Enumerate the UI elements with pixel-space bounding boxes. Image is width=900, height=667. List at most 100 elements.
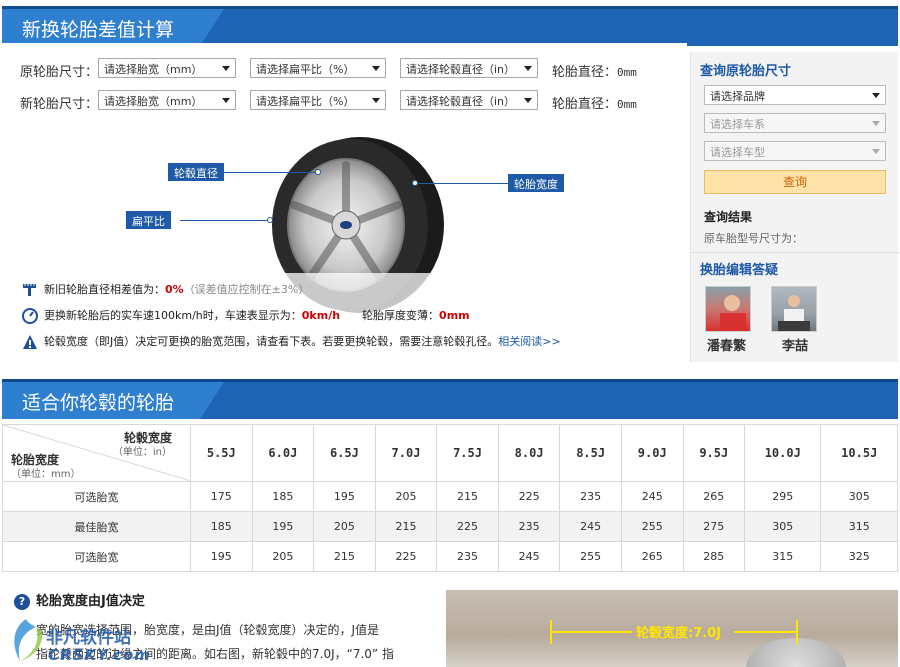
new-diameter-readout: 轮胎直径：0mm bbox=[552, 93, 637, 112]
editor-avatar-2[interactable] bbox=[771, 286, 817, 332]
diameter-diff-hint: （误差值应控制在±3%） bbox=[183, 283, 310, 296]
column-header: 8.0J bbox=[497, 424, 561, 482]
speedometer-note: 更换新轮胎后的实车速100km/h时，车速表显示为：0km/h 轮胎厚度变薄：0m… bbox=[22, 307, 470, 324]
table-cell: 235 bbox=[497, 511, 561, 542]
tire-lookup-panel: 查询原轮胎尺寸 请选择品牌 请选择车系 请选择车型 查询 查询结果 原车胎型号尺… bbox=[690, 52, 899, 362]
table-row: 可选胎宽 175 185 195 205 215 225 235 245 265… bbox=[2, 481, 898, 512]
watermark-logo-icon bbox=[14, 619, 43, 661]
measure-line-left bbox=[552, 631, 632, 633]
diameter-diff-note: 新旧轮胎直径相差值为：0%（误差值应控制在±3%） bbox=[22, 281, 309, 298]
orig-rim-select[interactable]: 请选择轮毂直径（in） bbox=[400, 58, 538, 78]
column-header: 7.0J bbox=[374, 424, 438, 482]
table-cell: 305 bbox=[744, 511, 822, 542]
table-cell: 205 bbox=[251, 541, 315, 572]
new-rim-select[interactable]: 请选择轮毂直径（in） bbox=[400, 90, 538, 110]
orig-diameter-label: 轮胎直径： bbox=[552, 65, 618, 80]
new-ratio-select[interactable]: 请选择扁平比（%） bbox=[250, 90, 386, 110]
query-button[interactable]: 查询 bbox=[704, 170, 886, 194]
series-select[interactable]: 请选择车系 bbox=[704, 113, 886, 133]
orig-width-select[interactable]: 请选择胎宽（mm） bbox=[98, 58, 236, 78]
orig-diameter-readout: 轮胎直径：0mm bbox=[552, 61, 637, 80]
row-label: 最佳胎宽 bbox=[2, 511, 191, 542]
table-cell: 305 bbox=[820, 481, 898, 512]
table-cell: 215 bbox=[436, 481, 499, 512]
rim-width-unit: （单位：in） bbox=[112, 447, 172, 458]
thickness-value: 0mm bbox=[439, 309, 470, 322]
editor-avatar-1[interactable] bbox=[705, 286, 751, 332]
orig-ratio-select[interactable]: 请选择扁平比（%） bbox=[250, 58, 386, 78]
table-cell: 245 bbox=[497, 541, 561, 572]
chevron-down-icon bbox=[524, 98, 532, 103]
table-corner-header: 轮毂宽度 （单位：in） 轮胎宽度 （单位：mm） bbox=[2, 424, 191, 482]
orig-width-select-text: 请选择胎宽（mm） bbox=[104, 63, 203, 76]
orig-ratio-select-text: 请选择扁平比（%） bbox=[256, 63, 355, 76]
rim-width-note: 轮毂宽度（即J值）决定可更换的胎宽范围，请查看下表。若要更换轮毂，需要注意轮毂孔… bbox=[22, 333, 561, 350]
column-header: 7.5J bbox=[436, 424, 499, 482]
chevron-down-icon bbox=[872, 93, 880, 98]
table-cell: 255 bbox=[620, 511, 684, 542]
table-cell: 205 bbox=[374, 481, 438, 512]
measure-line-right bbox=[734, 631, 796, 633]
table-cell: 235 bbox=[436, 541, 499, 572]
table-cell: 225 bbox=[374, 541, 438, 572]
lookup-panel-title: 查询原轮胎尺寸 bbox=[700, 64, 792, 79]
table-cell: 215 bbox=[374, 511, 438, 542]
table-row: 可选胎宽 195 205 215 225 235 245 255 265 285… bbox=[2, 541, 898, 572]
aspect-ratio-line bbox=[180, 220, 270, 221]
column-header: 6.0J bbox=[251, 424, 315, 482]
table-cell: 185 bbox=[251, 481, 315, 512]
table-row: 最佳胎宽 185 195 205 215 225 235 245 255 275… bbox=[2, 511, 898, 542]
column-header: 8.5J bbox=[559, 424, 622, 482]
brand-select-text: 请选择品牌 bbox=[710, 90, 765, 103]
watermark-domain: CRSKY.com bbox=[48, 646, 151, 664]
table-cell: 325 bbox=[820, 541, 898, 572]
panel-divider bbox=[691, 252, 899, 253]
ruler-icon bbox=[22, 282, 38, 298]
tire-width-dot bbox=[412, 180, 418, 186]
chevron-down-icon bbox=[222, 66, 230, 71]
column-header: 9.5J bbox=[682, 424, 746, 482]
related-reading-link[interactable]: 相关阅读>> bbox=[498, 335, 560, 348]
orig-rim-select-text: 请选择轮毂直径（in） bbox=[406, 63, 516, 76]
question-icon: ? bbox=[14, 593, 30, 610]
model-select[interactable]: 请选择车型 bbox=[704, 141, 886, 161]
tire-width-unit: （单位：mm） bbox=[11, 469, 81, 480]
tires-section-title: 适合你轮毂的轮胎 bbox=[22, 392, 175, 414]
person-icon bbox=[720, 295, 746, 331]
watermark-text: 非凡软件站 bbox=[46, 628, 131, 648]
table-cell: 285 bbox=[682, 541, 746, 572]
rim-width-photo: 轮毂宽度:7.0J bbox=[446, 590, 898, 667]
rim-width-text: 轮毂宽度（即J值）决定可更换的胎宽范围，请查看下表。若要更换轮毂，需要注意轮毂孔… bbox=[44, 335, 499, 348]
table-cell: 275 bbox=[682, 511, 746, 542]
model-select-text: 请选择车型 bbox=[710, 146, 765, 159]
query-result-title: 查询结果 bbox=[704, 210, 753, 224]
new-width-select[interactable]: 请选择胎宽（mm） bbox=[98, 90, 236, 110]
editor-name-2: 李喆 bbox=[782, 339, 809, 354]
new-ratio-select-text: 请选择扁平比（%） bbox=[256, 95, 355, 108]
table-cell: 195 bbox=[251, 511, 315, 542]
brand-select[interactable]: 请选择品牌 bbox=[704, 85, 886, 105]
thickness-label: 轮胎厚度变薄： bbox=[362, 309, 440, 322]
calc-section-title: 新换轮胎差值计算 bbox=[22, 19, 175, 41]
column-header: 9.0J bbox=[620, 424, 684, 482]
person-icon bbox=[778, 295, 810, 331]
table-cell: 205 bbox=[313, 511, 376, 542]
table-cell: 225 bbox=[497, 481, 561, 512]
warning-icon bbox=[22, 334, 38, 350]
rim-diameter-line bbox=[224, 172, 318, 173]
table-cell: 195 bbox=[190, 541, 253, 572]
article-title-text: 轮胎宽度由J值决定 bbox=[36, 594, 145, 609]
chevron-down-icon bbox=[372, 98, 380, 103]
tires-section-header: 适合你轮毂的轮胎 bbox=[2, 379, 898, 419]
column-header: 5.5J bbox=[190, 424, 253, 482]
orig-diameter-value: 0mm bbox=[617, 66, 637, 79]
original-tire-label: 原轮胎尺寸： bbox=[20, 65, 99, 80]
table-cell: 255 bbox=[559, 541, 622, 572]
table-cell: 235 bbox=[559, 481, 622, 512]
table-cell: 315 bbox=[744, 541, 822, 572]
rim-width-photo-label: 轮毂宽度:7.0J bbox=[636, 626, 722, 641]
tire-size-table: 轮毂宽度 （单位：in） 轮胎宽度 （单位：mm） 5.5J 6.0J 6.5J… bbox=[2, 424, 898, 572]
editors-title: 换胎编辑答疑 bbox=[700, 263, 779, 278]
series-select-text: 请选择车系 bbox=[710, 118, 765, 131]
chevron-down-icon bbox=[872, 121, 880, 126]
